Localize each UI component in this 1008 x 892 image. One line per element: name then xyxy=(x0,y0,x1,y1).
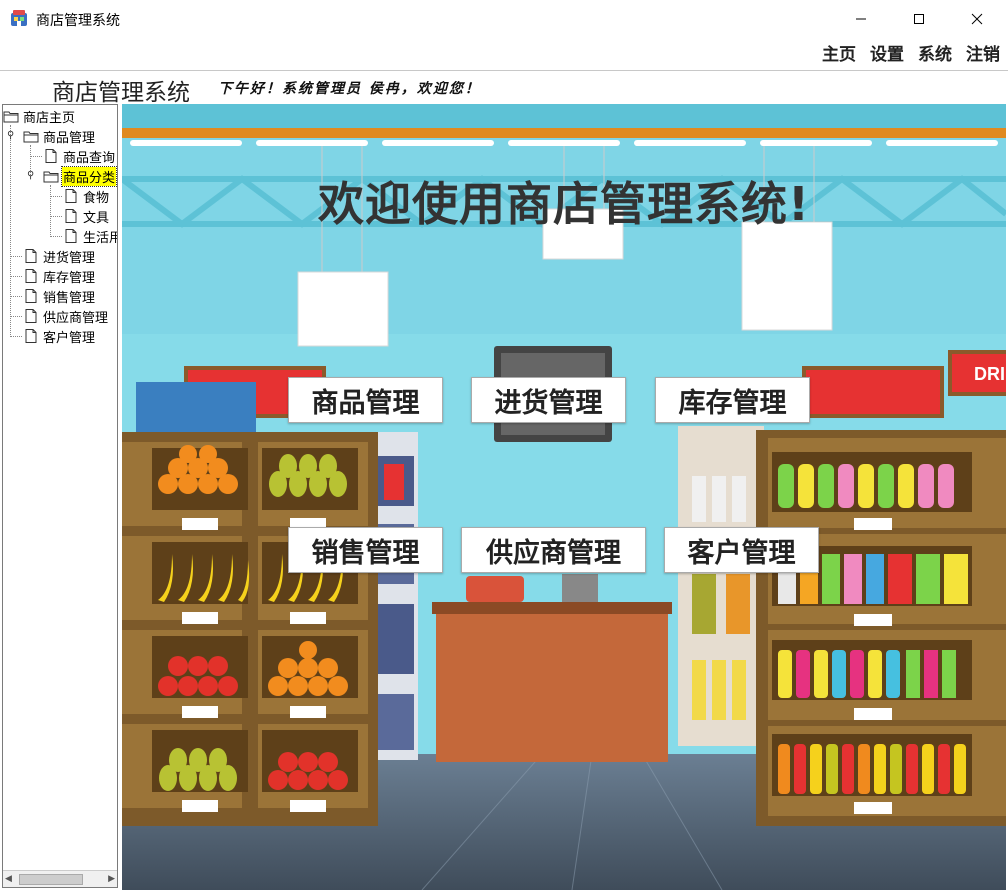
tree-label: 食物 xyxy=(83,190,110,206)
tree-label: 供应商管理 xyxy=(43,310,109,326)
tree-connector xyxy=(10,296,22,297)
store-sign-text: DRI xyxy=(974,364,1005,384)
menu-system[interactable]: 系统 xyxy=(918,40,952,66)
tree-item-supplier[interactable]: 供应商管理 xyxy=(23,307,109,326)
tree-connector xyxy=(10,125,11,337)
document-icon xyxy=(45,149,57,163)
tree-label: 进货管理 xyxy=(43,250,96,266)
document-icon xyxy=(65,209,77,223)
supplier-management-button[interactable]: 供应商管理 xyxy=(461,527,646,573)
close-button[interactable] xyxy=(954,0,1000,38)
tree-item-customer[interactable]: 客户管理 xyxy=(23,327,96,346)
minimize-button[interactable] xyxy=(838,0,884,38)
navigation-tree: 商店主页 ⚲ 商品管理 商品查询 ⚲ 商品分类 食物 文具 生活用品 进货管理 … xyxy=(2,104,118,888)
document-icon xyxy=(65,229,77,243)
maximize-icon xyxy=(914,14,924,24)
tree-label: 商店主页 xyxy=(23,110,76,126)
document-icon xyxy=(25,309,37,323)
goods-management-button[interactable]: 商品管理 xyxy=(288,377,443,423)
expand-toggle-icon[interactable]: ⚲ xyxy=(27,170,34,181)
sales-management-button[interactable]: 销售管理 xyxy=(288,527,443,573)
supermarket-illustration: DRI 欢迎使用商店管理系统! 商品管理 进货管理 库存管理 销售管理 供应商管… xyxy=(122,104,1006,890)
folder-open-icon xyxy=(3,111,19,123)
tree-item-goods-category[interactable]: 商品分类 xyxy=(43,165,117,187)
menu-settings[interactable]: 设置 xyxy=(870,40,904,66)
welcome-banner: 欢迎使用商店管理系统! xyxy=(318,177,810,231)
system-title: 商店管理系统 xyxy=(52,80,190,106)
tree-item-goods-query[interactable]: 商品查询 xyxy=(43,147,116,166)
header-divider xyxy=(0,70,1008,71)
scroll-thumb[interactable] xyxy=(19,874,83,885)
expand-toggle-icon[interactable]: ⚲ xyxy=(7,130,14,141)
tree-horizontal-scrollbar[interactable]: ◀ ▶ xyxy=(3,870,117,887)
tree-item-sales[interactable]: 销售管理 xyxy=(23,287,96,306)
customer-management-button[interactable]: 客户管理 xyxy=(664,527,819,573)
tree-connector xyxy=(30,156,42,157)
folder-open-icon xyxy=(43,171,59,183)
menu-logout[interactable]: 注销 xyxy=(966,40,1000,66)
maximize-button[interactable] xyxy=(896,0,942,38)
tree-connector xyxy=(50,185,51,235)
tree-item-stationery[interactable]: 文具 xyxy=(63,207,110,226)
tree-connector xyxy=(10,336,22,337)
welcome-message: 下午好！系统管理员 侯冉，欢迎您！ xyxy=(218,81,481,97)
tree-label: 客户管理 xyxy=(43,330,96,346)
scroll-right-icon[interactable]: ▶ xyxy=(108,874,115,884)
scroll-left-icon[interactable]: ◀ xyxy=(5,874,12,884)
tree-item-food[interactable]: 食物 xyxy=(63,187,110,206)
menu-bar: 主页 设置 系统 注销 xyxy=(822,40,1000,66)
minimize-icon xyxy=(856,18,866,20)
window-title: 商店管理系统 xyxy=(36,13,120,29)
tree-label: 销售管理 xyxy=(43,290,96,306)
tree-label: 商品管理 xyxy=(43,130,96,146)
app-icon xyxy=(10,9,28,27)
tree-label: 库存管理 xyxy=(43,270,96,286)
tree-connector xyxy=(50,196,62,197)
document-icon xyxy=(65,189,77,203)
tree-item-home[interactable]: 商店主页 xyxy=(3,107,76,126)
tree-label: 商品分类 xyxy=(60,165,117,187)
tree-connector xyxy=(50,236,62,237)
folder-open-icon xyxy=(23,131,39,143)
document-icon xyxy=(25,329,37,343)
close-icon xyxy=(971,13,983,25)
tree-connector xyxy=(50,216,62,217)
tree-label: 文具 xyxy=(83,210,110,226)
tree-label: 生活用品 xyxy=(83,230,117,246)
tree-item-inventory[interactable]: 库存管理 xyxy=(23,267,96,286)
tree-connector xyxy=(10,276,22,277)
inventory-management-button[interactable]: 库存管理 xyxy=(655,377,810,423)
document-icon xyxy=(25,249,37,263)
document-icon xyxy=(25,269,37,283)
window-titlebar: 商店管理系统 xyxy=(0,0,1008,38)
purchase-management-button[interactable]: 进货管理 xyxy=(471,377,626,423)
tree-connector xyxy=(10,316,22,317)
tree-connector xyxy=(10,256,22,257)
tree-item-purchase[interactable]: 进货管理 xyxy=(23,247,96,266)
menu-home[interactable]: 主页 xyxy=(822,40,856,66)
tree-item-goods-management[interactable]: 商品管理 xyxy=(23,127,96,146)
tree-item-daily-goods[interactable]: 生活用品 xyxy=(63,227,117,246)
document-icon xyxy=(25,289,37,303)
tree-label: 商品查询 xyxy=(63,150,116,166)
